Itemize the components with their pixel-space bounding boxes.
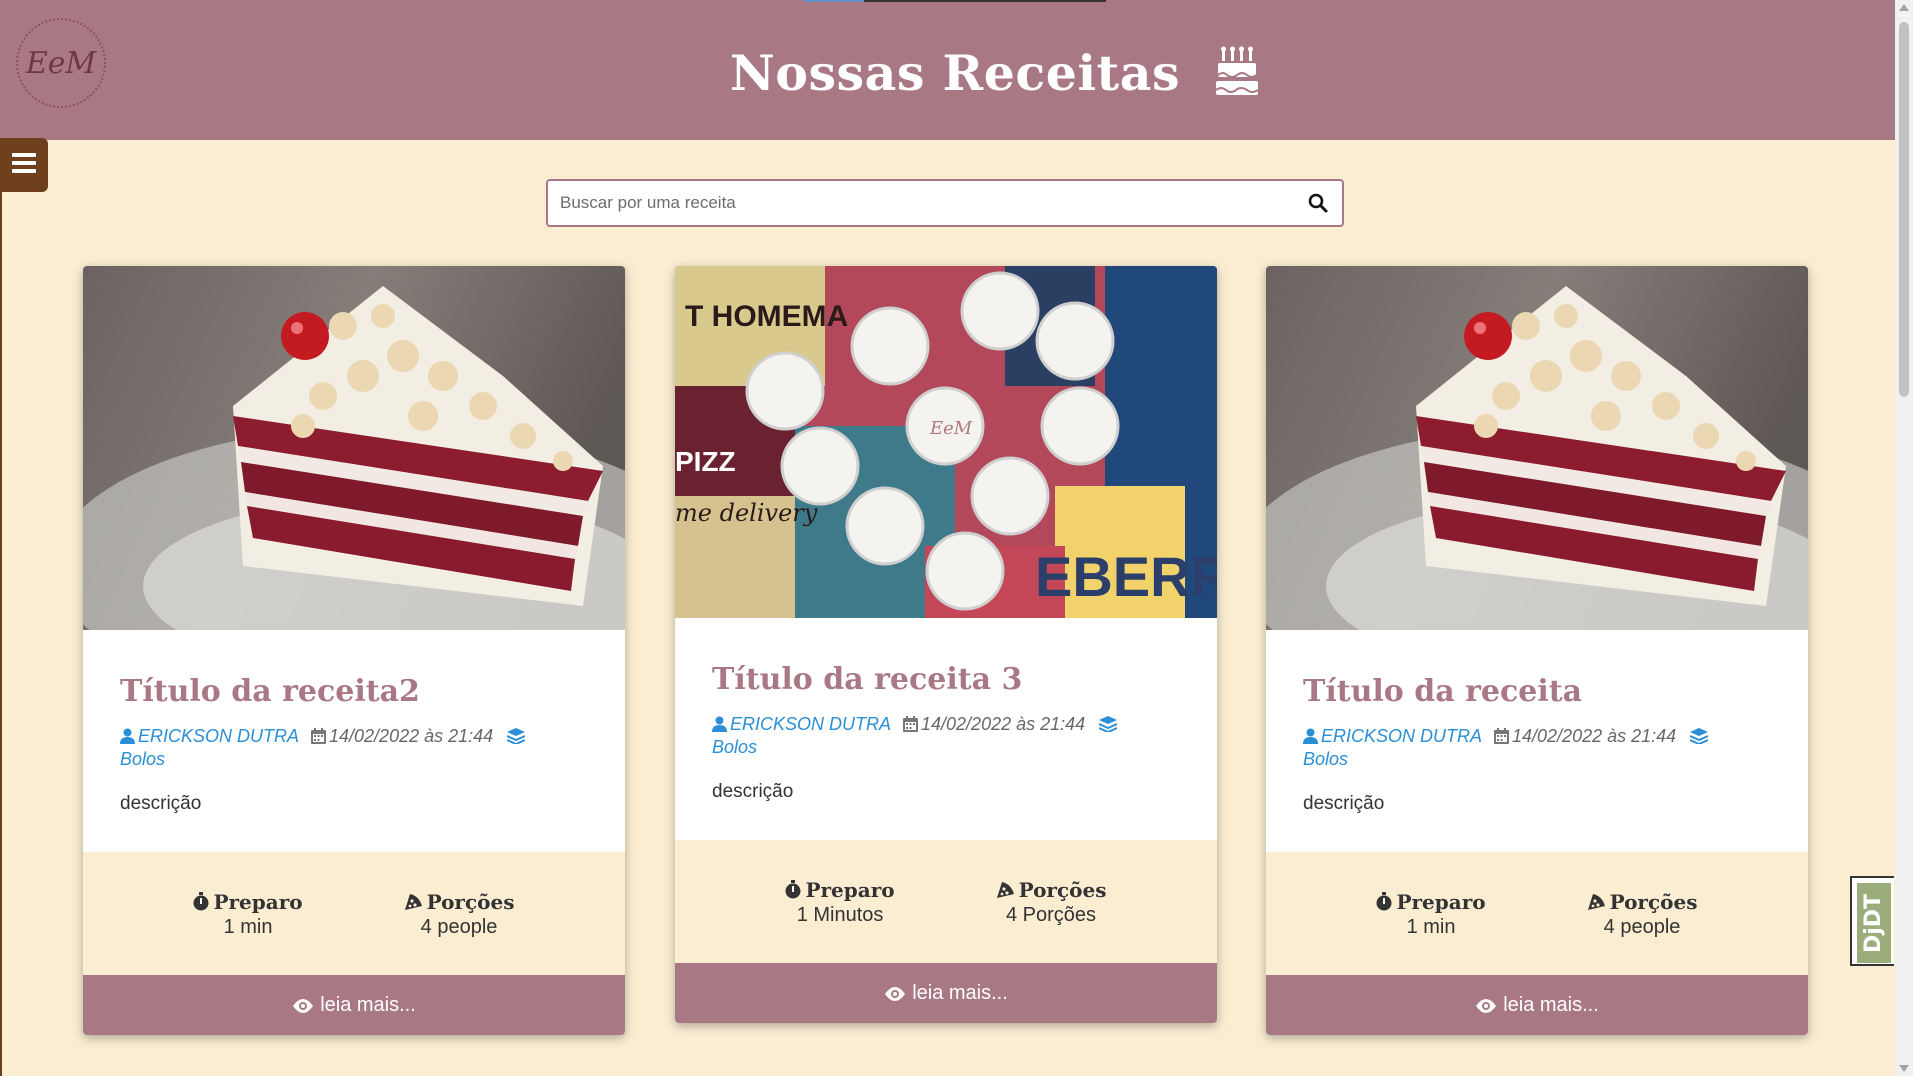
- scroll-down-arrow[interactable]: [1899, 1065, 1909, 1072]
- recipe-description: descrição: [712, 781, 794, 802]
- recipe-image[interactable]: [1266, 266, 1808, 630]
- recipe-date: 14/02/2022 às 21:44: [1494, 726, 1676, 746]
- recipe-category[interactable]: Bolos: [120, 749, 165, 769]
- pizza-slice-icon: [1587, 894, 1605, 910]
- svg-text:T HOMEMA: T HOMEMA: [685, 300, 848, 333]
- recipe-meta: ERICKSON DUTRA 14/02/2022 às 21:44 Bolos: [1303, 725, 1733, 771]
- site-logo[interactable]: EeM: [16, 18, 106, 108]
- page-scrollbar[interactable]: [1895, 0, 1913, 1076]
- prep-time: Preparo 1 min: [1376, 890, 1486, 939]
- calendar-icon: [1494, 728, 1510, 744]
- page-title-wrap: Nossas Receitas: [730, 38, 1260, 108]
- recipe-card-body: Título da receita 3 ERICKSON DUTRA 14/02/…: [675, 662, 1217, 803]
- prep-value: 1 min: [1406, 916, 1456, 938]
- scroll-up-arrow[interactable]: [1899, 4, 1909, 11]
- pizza-slice-icon: [996, 882, 1014, 898]
- recipe-description: descrição: [120, 793, 202, 814]
- read-more-button[interactable]: leia mais...: [675, 963, 1217, 1023]
- recipe-meta: ERICKSON DUTRA 14/02/2022 às 21:44 Bolos: [120, 725, 550, 771]
- search-icon: [1308, 193, 1328, 213]
- birthday-cake-icon: [1214, 45, 1260, 102]
- recipe-card-body: Título da receita ERICKSON DUTRA 14/02/20…: [1266, 674, 1808, 815]
- servings: Porções 4 Porções: [996, 878, 1107, 927]
- read-more-label: leia mais...: [1503, 994, 1599, 1016]
- calendar-icon: [311, 728, 327, 744]
- servings-label: Porções: [426, 890, 515, 914]
- sidebar-edge: [0, 192, 2, 1076]
- scroll-thumb[interactable]: [1899, 22, 1909, 397]
- recipe-image[interactable]: [83, 266, 625, 630]
- layers-icon: [1689, 726, 1711, 746]
- read-more-button[interactable]: leia mais...: [1266, 975, 1808, 1035]
- read-more-label: leia mais...: [912, 982, 1008, 1004]
- svg-text:me delivery: me delivery: [675, 499, 818, 527]
- user-icon: [120, 728, 135, 744]
- recipe-title[interactable]: Título da receita: [1303, 674, 1771, 709]
- servings-value: 4 people: [1603, 916, 1681, 938]
- recipe-card: T HOMEMA PIZZ me delivery EBERRY EeM Tít…: [675, 266, 1217, 1023]
- recipe-card: Título da receita ERICKSON DUTRA 14/02/20…: [1266, 266, 1808, 1035]
- recipe-category[interactable]: Bolos: [1303, 749, 1348, 769]
- eye-icon: [1476, 999, 1497, 1013]
- recipe-date: 14/02/2022 às 21:44: [311, 726, 493, 746]
- stopwatch-icon: [193, 892, 209, 911]
- recipe-image[interactable]: T HOMEMA PIZZ me delivery EBERRY EeM: [675, 266, 1217, 618]
- servings: Porções 4 people: [404, 890, 515, 939]
- read-more-label: leia mais...: [320, 994, 416, 1016]
- prep-time: Preparo 1 min: [193, 890, 303, 939]
- prep-value: 1 min: [223, 916, 273, 938]
- servings-label: Porções: [1609, 890, 1698, 914]
- svg-text:PIZZ: PIZZ: [675, 446, 736, 477]
- servings-value: 4 Porções: [1006, 904, 1097, 926]
- recipe-title[interactable]: Título da receita2: [120, 674, 588, 709]
- page-title: Nossas Receitas: [730, 44, 1181, 102]
- debug-toolbar-label: DjDT: [1861, 893, 1887, 953]
- prep-label: Preparo: [805, 878, 895, 902]
- layers-icon: [1098, 714, 1120, 734]
- recipe-author[interactable]: ERICKSON DUTRA: [712, 714, 891, 734]
- prep-time: Preparo 1 Minutos: [785, 878, 895, 927]
- user-icon: [1303, 728, 1318, 744]
- eye-icon: [885, 987, 906, 1001]
- recipe-card: Título da receita2 ERICKSON DUTRA 14/02/2…: [83, 266, 625, 1035]
- svg-text:EeM: EeM: [929, 418, 973, 439]
- recipe-category[interactable]: Bolos: [712, 737, 757, 757]
- recipe-description: descrição: [1303, 793, 1385, 814]
- recipe-meta: ERICKSON DUTRA 14/02/2022 às 21:44 Bolos: [712, 713, 1142, 759]
- site-header: EeM Nossas Receitas: [0, 0, 1895, 140]
- servings-label: Porções: [1018, 878, 1107, 902]
- prep-value: 1 Minutos: [796, 904, 884, 926]
- debug-toolbar-handle[interactable]: DjDT: [1850, 876, 1894, 966]
- servings-value: 4 people: [420, 916, 498, 938]
- recipe-author[interactable]: ERICKSON DUTRA: [1303, 726, 1482, 746]
- prep-label: Preparo: [1396, 890, 1486, 914]
- read-more-button[interactable]: leia mais...: [83, 975, 625, 1035]
- logo-text: EeM: [25, 45, 97, 81]
- hamburger-menu-icon: [12, 152, 36, 178]
- stopwatch-icon: [1376, 892, 1392, 911]
- user-icon: [712, 716, 727, 732]
- stopwatch-icon: [785, 880, 801, 899]
- calendar-icon: [903, 716, 919, 732]
- recipe-stats: Preparo 1 min Porções 4 people: [83, 852, 625, 975]
- page-load-progress: [804, 0, 1106, 2]
- search-input[interactable]: [560, 181, 1300, 225]
- search-button[interactable]: [1308, 193, 1330, 215]
- layers-icon: [506, 726, 528, 746]
- sidebar-toggle-button[interactable]: [0, 138, 48, 192]
- recipe-title[interactable]: Título da receita 3: [712, 662, 1180, 697]
- recipe-date: 14/02/2022 às 21:44: [903, 714, 1085, 734]
- search-bar: [546, 179, 1344, 227]
- svg-text:EBERRY: EBERRY: [1035, 545, 1217, 608]
- recipe-card-body: Título da receita2 ERICKSON DUTRA 14/02/2…: [83, 674, 625, 815]
- servings: Porções 4 people: [1587, 890, 1698, 939]
- recipe-author[interactable]: ERICKSON DUTRA: [120, 726, 299, 746]
- eye-icon: [293, 999, 314, 1013]
- recipe-stats: Preparo 1 Minutos Porções 4 Porções: [675, 840, 1217, 963]
- pizza-slice-icon: [404, 894, 422, 910]
- prep-label: Preparo: [213, 890, 303, 914]
- recipe-stats: Preparo 1 min Porções 4 people: [1266, 852, 1808, 975]
